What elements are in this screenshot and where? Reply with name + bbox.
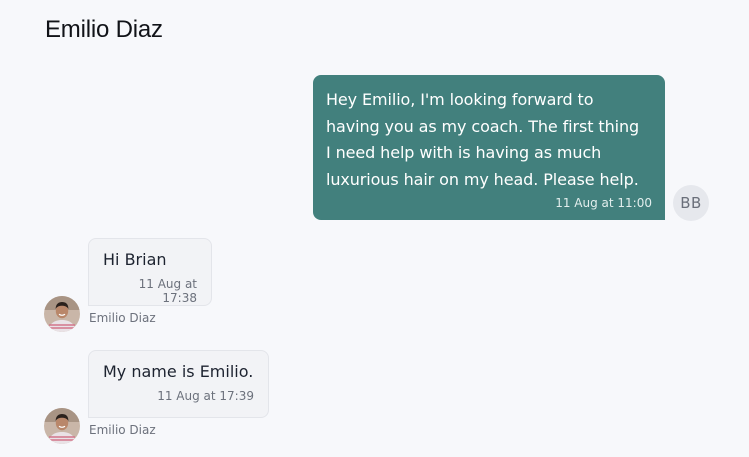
person-photo-icon: [44, 296, 80, 332]
sender-name: Emilio Diaz: [89, 311, 156, 325]
outgoing-message-bubble[interactable]: Hey Emilio, I'm looking forward to havin…: [313, 75, 665, 220]
incoming-message-bubble[interactable]: Hi Brian 11 Aug at 17:38: [88, 238, 212, 306]
message-timestamp: 11 Aug at 17:38: [138, 277, 197, 305]
message-text: Hi Brian: [103, 250, 167, 269]
message-timestamp: 11 Aug at 11:00: [555, 196, 652, 210]
chat-page: Emilio Diaz Hey Emilio, I'm looking forw…: [0, 0, 749, 457]
message-text: Hey Emilio, I'm looking forward to havin…: [326, 90, 640, 189]
incoming-message-bubble[interactable]: My name is Emilio. 11 Aug at 17:39: [88, 350, 269, 418]
coach-avatar[interactable]: [44, 408, 80, 444]
message-timestamp: 11 Aug at 17:39: [157, 389, 254, 403]
person-photo-icon: [44, 408, 80, 444]
conversation-title: Emilio Diaz: [45, 16, 163, 43]
sender-name: Emilio Diaz: [89, 423, 156, 437]
message-text: My name is Emilio.: [103, 362, 254, 381]
coach-avatar[interactable]: [44, 296, 80, 332]
user-avatar[interactable]: BB: [673, 185, 709, 221]
